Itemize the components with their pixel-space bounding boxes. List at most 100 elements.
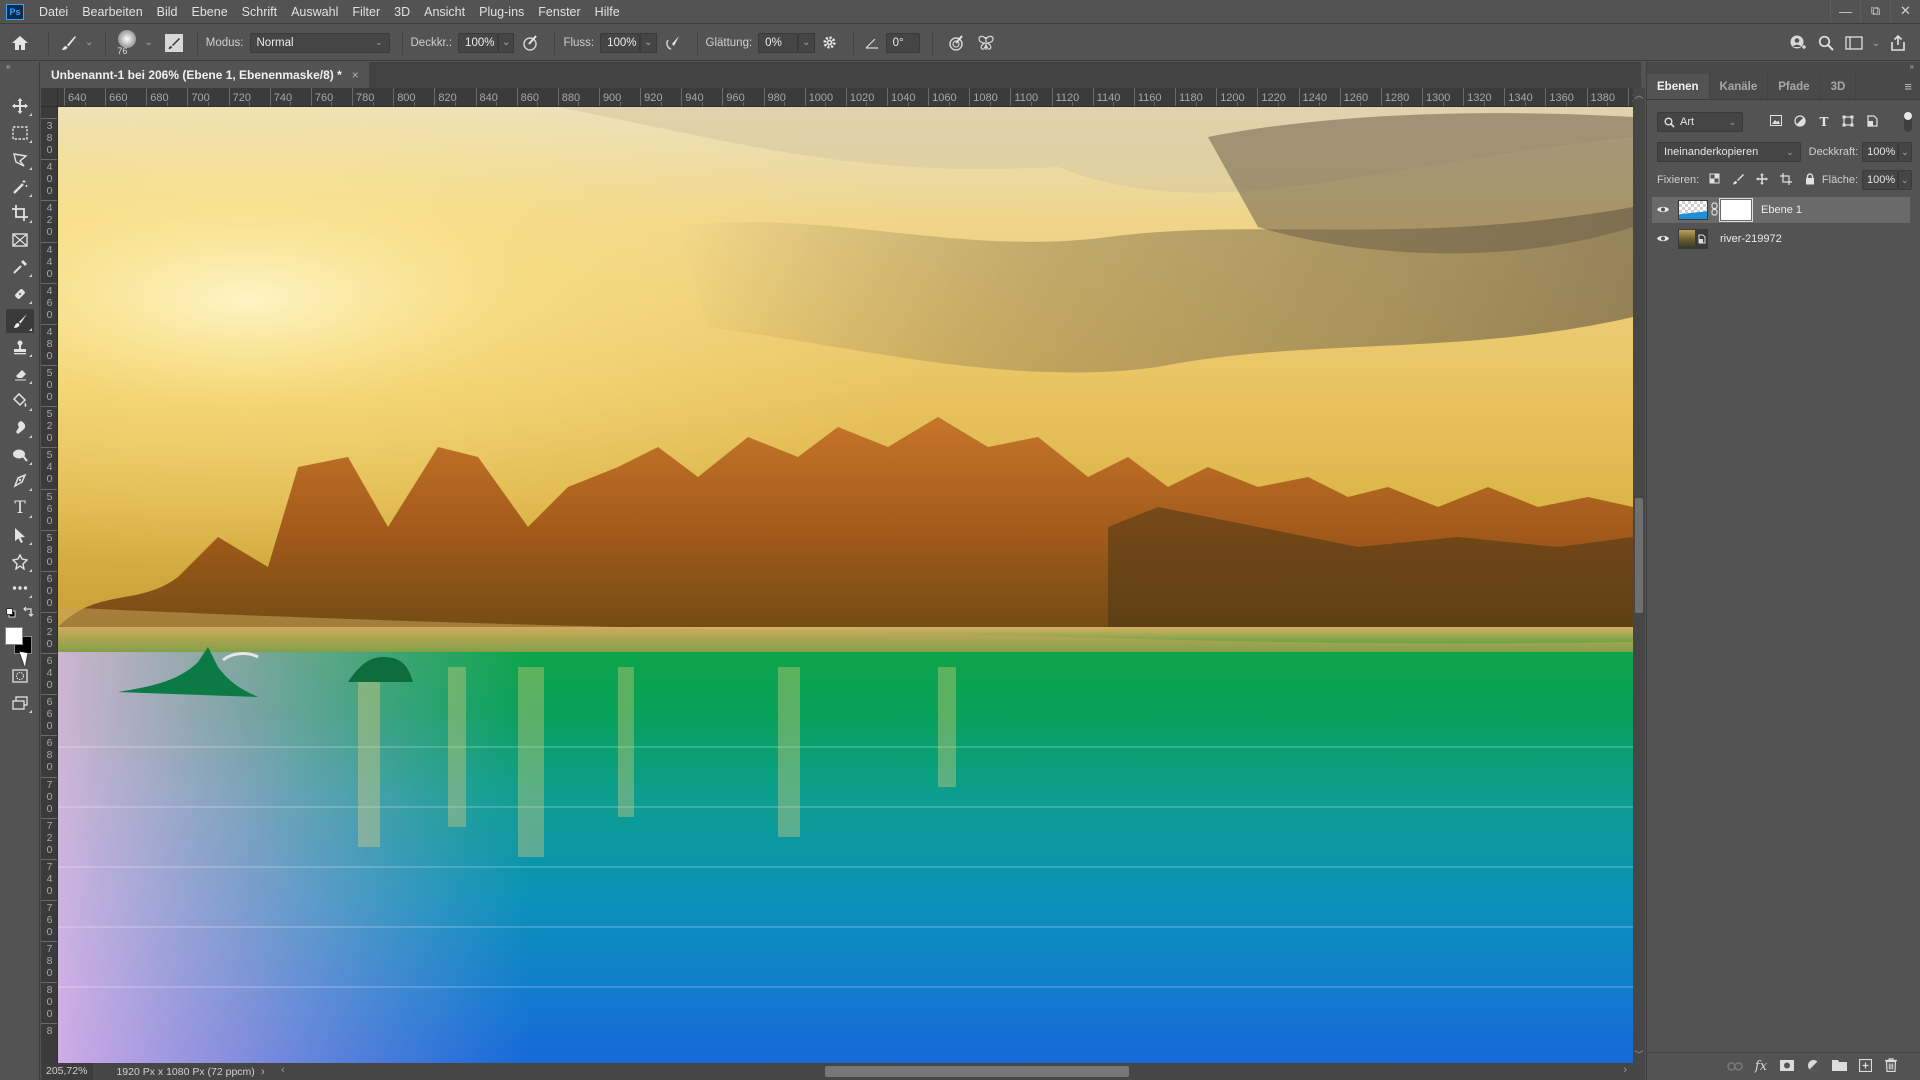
symmetry-butterfly-icon[interactable] xyxy=(971,34,1001,52)
gear-icon[interactable] xyxy=(815,35,845,50)
opacity-dropdown[interactable]: ⌄ xyxy=(498,32,515,53)
flow-input[interactable]: 100% xyxy=(600,32,641,53)
fill-input[interactable]: 100% xyxy=(1862,170,1898,190)
filter-pixel-layers-icon[interactable] xyxy=(1767,114,1785,130)
pressure-opacity-icon[interactable] xyxy=(514,34,546,52)
dodge-tool-icon[interactable] xyxy=(6,443,34,467)
horizontal-scrollbar[interactable]: ‹ › xyxy=(258,1063,1645,1080)
lock-all-icon[interactable] xyxy=(1801,172,1819,188)
brush-preset-picker[interactable]: 76 xyxy=(114,25,140,61)
more-tools-icon[interactable] xyxy=(6,576,34,600)
layer-thumbnail[interactable] xyxy=(1678,200,1708,220)
lasso-tool-icon[interactable] xyxy=(6,148,34,172)
pen-tool-icon[interactable] xyxy=(6,469,34,493)
tab-ebenen[interactable]: Ebenen xyxy=(1647,74,1710,99)
menu-auswahl[interactable]: Auswahl xyxy=(284,0,345,24)
filter-shape-layers-icon[interactable] xyxy=(1839,115,1857,130)
scroll-down-icon[interactable]: ﹀ xyxy=(1633,1048,1645,1061)
visibility-eye-icon[interactable] xyxy=(1652,232,1674,246)
crop-tool-icon[interactable] xyxy=(6,201,34,225)
angle-input[interactable]: 0° xyxy=(885,32,920,53)
zoom-level[interactable]: 205,72% xyxy=(41,1063,94,1080)
pressure-size-icon[interactable] xyxy=(941,34,971,52)
flow-dropdown[interactable]: ⌄ xyxy=(640,32,657,53)
tab-3d[interactable]: 3D xyxy=(1821,74,1857,99)
workspace-icon[interactable] xyxy=(1840,36,1868,50)
lock-transparent-pixels-icon[interactable] xyxy=(1705,173,1723,187)
share-learn-icon[interactable] xyxy=(1784,34,1812,52)
menu-plugins[interactable]: Plug-ins xyxy=(472,0,531,24)
panel-menu-icon[interactable]: ≡ xyxy=(1904,74,1920,99)
marquee-tool-icon[interactable] xyxy=(6,121,34,145)
new-layer-icon[interactable] xyxy=(1852,1058,1878,1075)
vertical-scrollbar[interactable]: ︿ ﹀ xyxy=(1633,88,1645,1063)
menu-hilfe[interactable]: Hilfe xyxy=(588,0,627,24)
layer-opacity-dropdown[interactable]: ⌄ xyxy=(1898,142,1912,162)
brush-tool-preset-icon[interactable] xyxy=(57,35,81,51)
quick-mask-icon[interactable] xyxy=(6,664,34,688)
restore-button[interactable]: ⧉ xyxy=(1860,0,1890,22)
screen-mode-icon[interactable] xyxy=(6,691,34,715)
menu-schrift[interactable]: Schrift xyxy=(235,0,284,24)
brush-tool-icon[interactable] xyxy=(6,309,34,333)
move-tool-icon[interactable] xyxy=(6,94,34,118)
healing-brush-tool-icon[interactable] xyxy=(6,282,34,306)
eraser-tool-icon[interactable] xyxy=(6,362,34,386)
close-document-icon[interactable]: × xyxy=(352,68,359,82)
airbrush-icon[interactable] xyxy=(657,34,689,52)
menu-fenster[interactable]: Fenster xyxy=(531,0,587,24)
link-layers-icon[interactable] xyxy=(1722,1059,1748,1074)
vertical-scroll-thumb[interactable] xyxy=(1635,498,1643,613)
default-colors-icon[interactable] xyxy=(6,607,16,618)
lock-image-pixels-icon[interactable] xyxy=(1729,173,1747,188)
custom-shape-tool-icon[interactable] xyxy=(6,550,34,574)
add-mask-icon[interactable] xyxy=(1774,1059,1800,1074)
layer-row-river[interactable]: river-219972 xyxy=(1652,226,1910,252)
frame-tool-icon[interactable] xyxy=(6,228,34,252)
layer-name[interactable]: river-219972 xyxy=(1720,233,1782,245)
search-icon[interactable] xyxy=(1812,35,1840,51)
paint-bucket-tool-icon[interactable] xyxy=(6,389,34,413)
visibility-eye-icon[interactable] xyxy=(1652,203,1674,217)
filter-toggle[interactable] xyxy=(1904,112,1912,132)
menu-3d[interactable]: 3D xyxy=(387,0,417,24)
layer-name[interactable]: Ebene 1 xyxy=(1761,204,1802,216)
tool-preset-dropdown[interactable]: ⌄ xyxy=(85,37,93,48)
close-window-button[interactable]: ✕ xyxy=(1890,0,1920,22)
menu-ansicht[interactable]: Ansicht xyxy=(417,0,472,24)
panel-collapse-icon[interactable]: » xyxy=(1647,62,1920,74)
menu-datei[interactable]: Datei xyxy=(32,0,75,24)
mode-select[interactable]: Normal ⌄ xyxy=(249,32,390,53)
canvas-area[interactable] xyxy=(58,107,1633,1063)
vertical-ruler[interactable]: 3380400420440460480500520540560580600620… xyxy=(41,107,58,1063)
menu-ebene[interactable]: Ebene xyxy=(185,0,235,24)
scroll-up-icon[interactable]: ︿ xyxy=(1633,88,1645,101)
filter-type-layers-icon[interactable]: T xyxy=(1815,115,1833,130)
horizontal-scroll-thumb[interactable] xyxy=(825,1066,1129,1077)
blend-mode-select[interactable]: Ineinanderkopieren ⌄ xyxy=(1657,142,1801,162)
fill-dropdown[interactable]: ⌄ xyxy=(1898,170,1912,190)
document-canvas-image[interactable] xyxy=(58,107,1633,1063)
new-adjustment-layer-icon[interactable] xyxy=(1800,1059,1826,1075)
opacity-input[interactable]: 100% xyxy=(458,32,499,53)
minimize-button[interactable]: — xyxy=(1830,0,1860,22)
menu-bild[interactable]: Bild xyxy=(150,0,185,24)
type-tool-icon[interactable]: T xyxy=(6,496,34,520)
foreground-color-swatch[interactable] xyxy=(5,627,23,645)
filter-smart-objects-icon[interactable] xyxy=(1863,114,1881,130)
status-info-arrow-icon[interactable]: › xyxy=(261,1066,265,1078)
new-group-folder-icon[interactable] xyxy=(1826,1059,1852,1074)
tab-pfade[interactable]: Pfade xyxy=(1768,74,1821,99)
horizontal-ruler[interactable]: 640 660 680 700 720 740 760 780 800 820 840 860 880 9… xyxy=(58,88,1641,107)
delete-layer-trash-icon[interactable] xyxy=(1878,1058,1904,1075)
tab-kanaele[interactable]: Kanäle xyxy=(1710,74,1769,99)
brush-preset-dropdown[interactable]: ⌄ xyxy=(144,37,152,48)
layer-opacity-input[interactable]: 100% xyxy=(1862,142,1899,162)
scroll-left-icon[interactable]: ‹ xyxy=(281,1064,285,1076)
mask-link-icon[interactable] xyxy=(1711,201,1718,219)
layer-filter-kind-select[interactable]: Art ⌄ xyxy=(1657,112,1743,132)
eyedropper-tool-icon[interactable] xyxy=(6,255,34,279)
home-icon[interactable] xyxy=(0,35,40,51)
swap-colors-icon[interactable] xyxy=(22,606,34,618)
smoothing-dropdown[interactable]: ⌄ xyxy=(798,32,815,53)
